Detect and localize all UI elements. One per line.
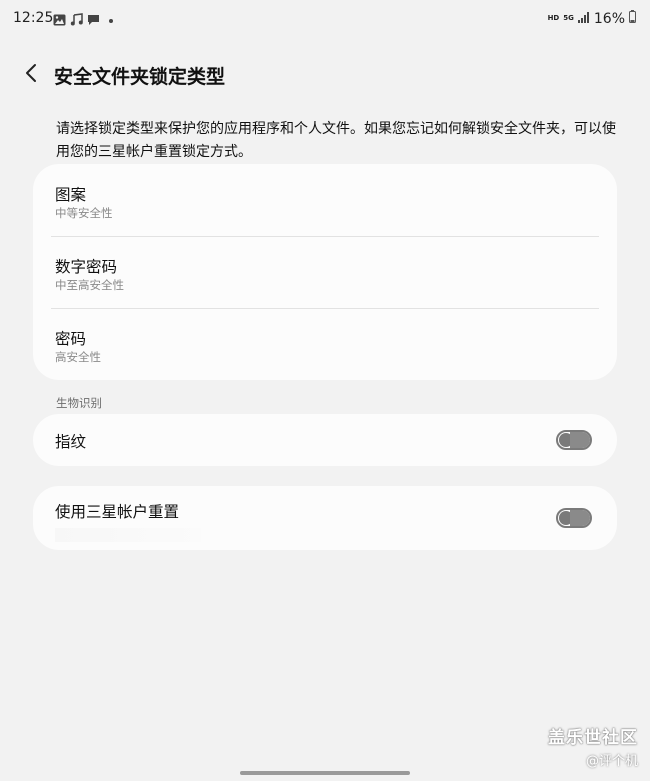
option-title: 密码: [55, 330, 87, 348]
hd-label: HD: [547, 14, 560, 22]
page-title: 安全文件夹锁定类型: [54, 66, 226, 88]
back-button[interactable]: [18, 61, 44, 89]
watermark: 盖乐世社区 @评个机: [548, 723, 638, 769]
option-title: 数字密码: [55, 258, 118, 276]
option-pin[interactable]: 数字密码 中至高安全性: [33, 236, 617, 308]
option-pattern[interactable]: 图案 中等安全性: [33, 164, 617, 236]
description-text: 请选择锁定类型来保护您的应用程序和个人文件。如果您忘记如何解锁安全文件夹，可以使…: [56, 121, 616, 160]
watermark-sub: @评个机: [585, 754, 638, 769]
network-label: 5G: [563, 14, 574, 22]
fingerprint-toggle[interactable]: [556, 430, 592, 450]
music-note-icon: [70, 11, 83, 30]
option-subtitle: 中等安全性: [55, 206, 113, 220]
option-password[interactable]: 密码 高安全性: [33, 308, 617, 380]
dot-icon: [109, 18, 113, 23]
message-icon: [87, 11, 100, 30]
toggle-fill: [570, 510, 590, 526]
status-time: 12:25: [13, 10, 54, 26]
gesture-nav-handle[interactable]: [240, 771, 410, 775]
fingerprint-row[interactable]: 指纹: [33, 414, 617, 466]
notification-icons: [53, 11, 113, 30]
redacted-account: [55, 528, 201, 542]
option-subtitle: 高安全性: [55, 350, 101, 364]
option-title: 图案: [55, 186, 87, 204]
image-icon: [53, 11, 66, 30]
fingerprint-label: 指纹: [55, 433, 87, 451]
toggle-fill: [570, 432, 590, 448]
lock-type-card: 图案 中等安全性 数字密码 中至高安全性 密码 高安全性: [33, 164, 617, 380]
biometrics-section-label: 生物识别: [56, 396, 102, 410]
samsung-reset-label: 使用三星帐户重置: [55, 503, 180, 521]
signal-icon: [577, 11, 590, 27]
samsung-account-reset-row[interactable]: 使用三星帐户重置: [33, 486, 617, 550]
status-bar: 12:25 HD 5G 16%: [0, 0, 650, 36]
samsung-reset-toggle[interactable]: [556, 508, 592, 528]
system-icons: HD 5G 16%: [548, 10, 636, 27]
option-subtitle: 中至高安全性: [55, 278, 124, 292]
chevron-left-icon: [24, 63, 38, 87]
battery-icon: [629, 10, 636, 27]
watermark-brand: 盖乐世社区: [548, 728, 638, 748]
battery-text: 16%: [593, 10, 625, 27]
